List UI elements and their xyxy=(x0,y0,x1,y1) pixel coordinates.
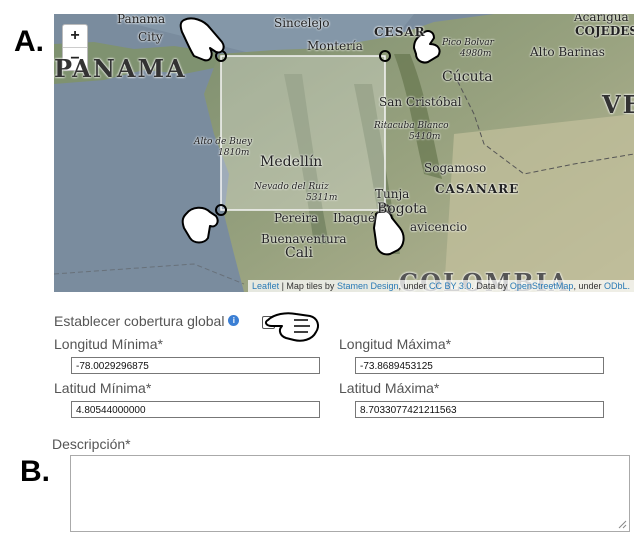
map-label: Alto de Buey xyxy=(194,137,253,147)
global-coverage-label: Establecer cobertura global i xyxy=(54,313,240,329)
map-label: Tunja xyxy=(375,187,410,201)
map-label: Medellín xyxy=(260,154,323,170)
resize-grip-icon[interactable] xyxy=(618,520,627,529)
map-label: Pico Bolvar xyxy=(442,38,494,48)
map-label: VE xyxy=(602,90,634,119)
info-icon[interactable]: i xyxy=(228,315,240,326)
map-label: 5410m xyxy=(409,132,441,142)
leaflet-link[interactable]: Leaflet xyxy=(252,281,279,291)
map-label: Cali xyxy=(285,245,314,261)
map-label: CASANARE xyxy=(435,182,520,196)
map-label: 4980m xyxy=(460,49,492,59)
map-attribution: Leaflet | Map tiles by Stamen Design, un… xyxy=(248,280,634,292)
map-label: Nevado del Ruiz xyxy=(254,182,329,192)
lat-max-input[interactable]: 8.7033077421211563 xyxy=(355,401,604,418)
lon-min-input[interactable]: -78.0029296875 xyxy=(71,357,320,374)
lat-max-label: Latitud Máxima* xyxy=(339,380,440,396)
lat-min-label: Latitud Mínima* xyxy=(54,380,152,396)
map-label: Ibagué xyxy=(333,211,376,225)
map-label: Sogamoso xyxy=(424,161,487,175)
stamen-link[interactable]: Stamen Design xyxy=(337,281,399,291)
map-label: San Cristóbal xyxy=(379,95,462,109)
odbl-link[interactable]: ODbL. xyxy=(604,281,630,291)
map-label: CESAR xyxy=(374,25,426,39)
map-label: 5311m xyxy=(306,193,338,203)
map-label: Buenaventura xyxy=(261,232,347,246)
description-textarea[interactable] xyxy=(70,455,630,532)
ccby-link[interactable]: CC BY 3.0 xyxy=(429,281,471,291)
map-label: City xyxy=(138,30,163,44)
map-label: COJEDES xyxy=(575,24,634,38)
map-label: Ritacuba Blanco xyxy=(374,121,449,131)
map-view[interactable]: + − Panama City PANAMA Sincelejo Monterí… xyxy=(54,14,634,292)
panel-marker-b: B. xyxy=(20,455,50,488)
panel-marker-a: A. xyxy=(14,25,44,58)
lat-min-input[interactable]: 4.80544000000 xyxy=(71,401,320,418)
map-label: Acarigua xyxy=(574,14,629,24)
zoom-in-button[interactable]: + xyxy=(63,25,87,47)
hand-cursor-icon xyxy=(264,312,319,342)
map-label: 1810m xyxy=(218,148,250,158)
lon-max-label: Longitud Máxima* xyxy=(339,336,452,352)
osm-link[interactable]: OpenStreetMap xyxy=(510,281,574,291)
map-label: Montería xyxy=(307,39,363,53)
lon-max-input[interactable]: -73.8689453125 xyxy=(355,357,604,374)
lon-min-label: Longitud Mínima* xyxy=(54,336,163,352)
map-label: Sincelejo xyxy=(274,16,330,30)
map-label: PANAMA xyxy=(54,54,187,83)
map-label: Cúcuta xyxy=(442,69,493,85)
description-label: Descripción* xyxy=(52,436,131,452)
map-label: Bogota xyxy=(377,201,428,217)
map-label: avicencio xyxy=(410,220,468,234)
map-label: Pereira xyxy=(274,211,319,225)
map-label: Alto Barinas xyxy=(530,45,605,59)
map-label: Panama xyxy=(117,14,166,26)
